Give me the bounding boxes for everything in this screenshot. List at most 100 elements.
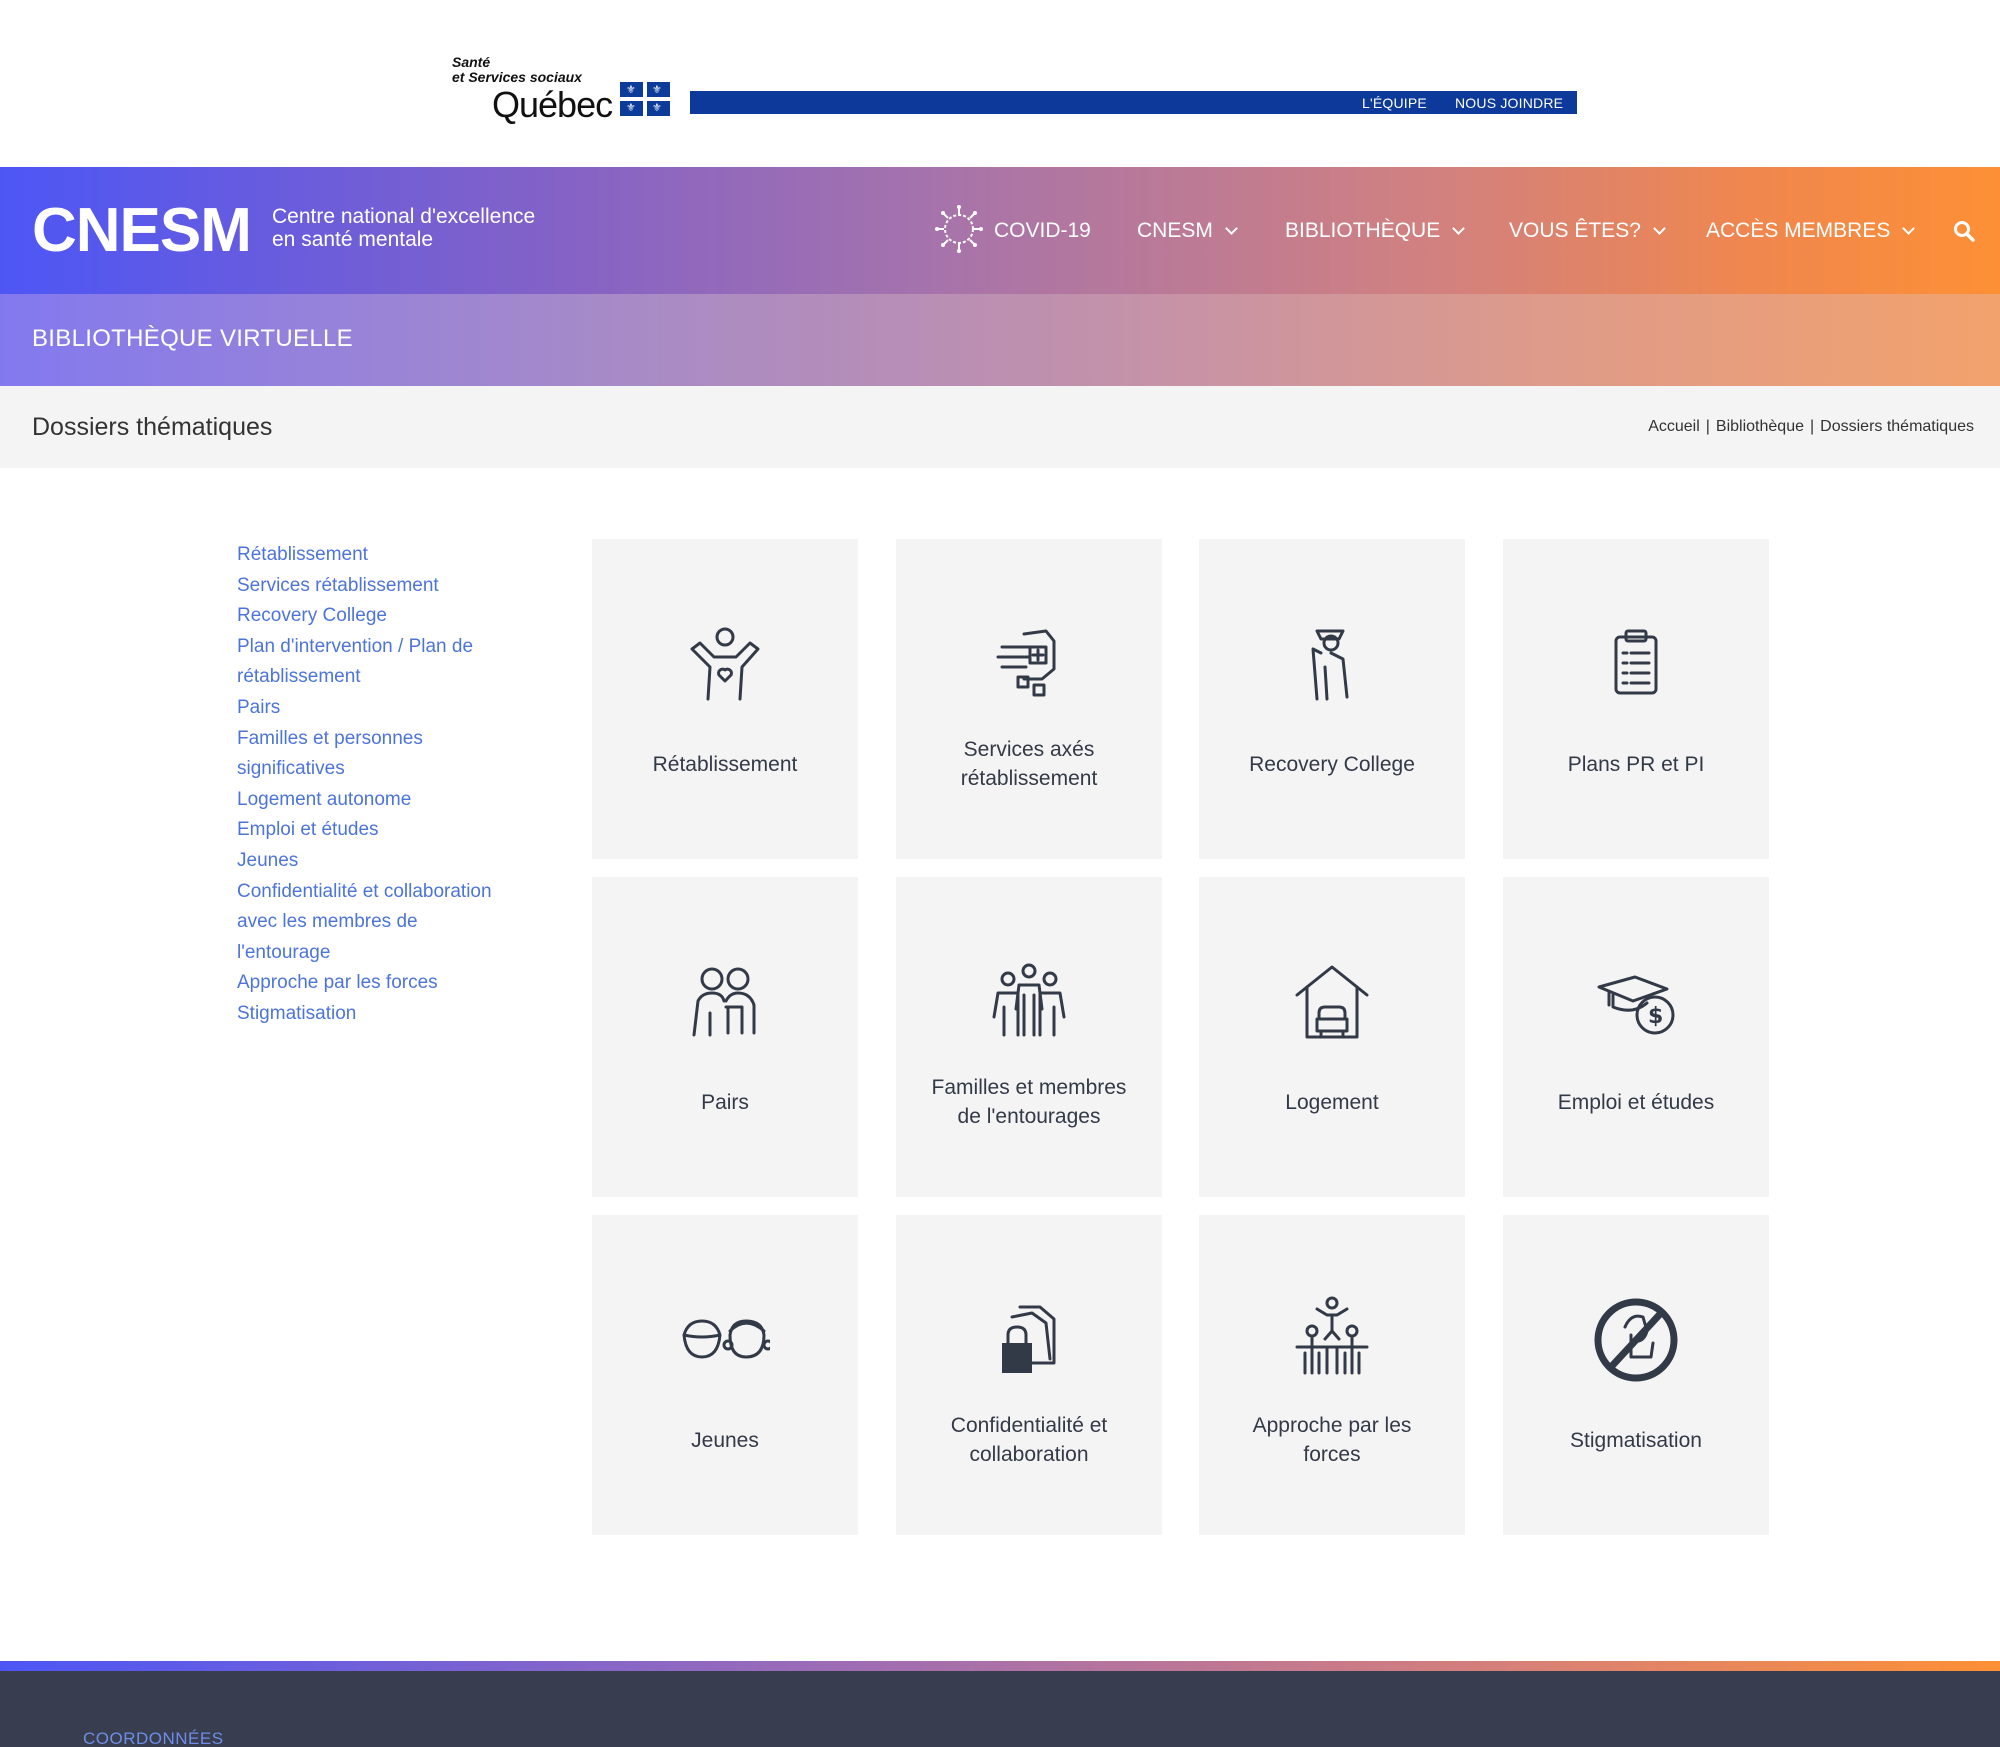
sidebar-link[interactable]: Pairs bbox=[237, 693, 537, 724]
topic-card-label-line: collaboration bbox=[969, 1443, 1089, 1466]
search-icon[interactable] bbox=[1953, 220, 1975, 242]
sidebar-link[interactable]: Plan d'intervention / Plan de rétablissem… bbox=[237, 632, 537, 693]
topic-card[interactable]: Rétablissement bbox=[592, 539, 858, 859]
sidebar-link-line: Pairs bbox=[237, 696, 281, 718]
sidebar-link-line: Stigmatisation bbox=[237, 1002, 357, 1024]
sidebar-link-line: Familles et personnes bbox=[237, 727, 423, 749]
government-banner: Santé et Services sociaux Québec ⚜ ⚜ ⚜ ⚜… bbox=[0, 0, 2000, 167]
logo-line-2: et Services sociaux bbox=[452, 69, 582, 85]
nav-covid-19[interactable]: COVID-19 bbox=[994, 219, 1091, 243]
topic-card-label-line: Jeunes bbox=[691, 1428, 759, 1452]
sidebar-link[interactable]: Approche par les forces bbox=[237, 968, 537, 999]
grad-cap-money-icon: $ bbox=[1597, 975, 1675, 1035]
sidebar-link[interactable]: Jeunes bbox=[237, 846, 537, 877]
breadcrumb-bibliotheque[interactable]: Bibliothèque bbox=[1716, 418, 1804, 435]
family-icon bbox=[992, 963, 1066, 1037]
footer-title: COORDONNÉES bbox=[83, 1729, 224, 1747]
topic-card-label: Confidentialité et collaboration bbox=[906, 1405, 1152, 1475]
topic-card-label-line: de l'entourages bbox=[957, 1105, 1101, 1128]
site-header: CNESM Centre national d'excellence en sa… bbox=[0, 167, 2000, 294]
sidebar-link-line: rétablissement bbox=[237, 666, 361, 688]
topic-card[interactable]: $ Emploi et études bbox=[1503, 877, 1769, 1197]
sidebar-link-line: Emploi et études bbox=[237, 819, 379, 841]
sidebar-link-line: l'entourage bbox=[237, 941, 331, 963]
sidebar-link[interactable]: Confidentialité et collaboration avec les… bbox=[237, 877, 537, 969]
no-stigma-icon bbox=[1594, 1298, 1678, 1382]
topic-card-label: Emploi et études bbox=[1513, 1067, 1759, 1137]
sidebar-link[interactable]: Rétablissement bbox=[237, 540, 537, 571]
sidebar-link-line: Jeunes bbox=[237, 849, 299, 871]
nav-vous-etes[interactable]: VOUS ÊTES? bbox=[1509, 219, 1666, 243]
peers-icon bbox=[692, 967, 756, 1037]
chevron-down-icon bbox=[1452, 222, 1466, 235]
link-equipe[interactable]: L'ÉQUIPE bbox=[1362, 95, 1427, 111]
page-title-bar: Dossiers thématiques Accueil | Bibliothèqu… bbox=[0, 386, 2000, 468]
nav-acces-membres[interactable]: ACCÈS MEMBRES bbox=[1706, 219, 1916, 243]
topic-card-label: Jeunes bbox=[602, 1405, 848, 1475]
topic-card[interactable]: Familles et membres de l'entourages bbox=[896, 877, 1162, 1197]
footer-gradient-line bbox=[0, 1661, 2000, 1671]
sidebar-link[interactable]: Services rétablissement bbox=[237, 571, 537, 602]
topic-card[interactable]: Confidentialité et collaboration bbox=[896, 1215, 1162, 1535]
topic-card-label: Approche par les forces bbox=[1209, 1405, 1455, 1475]
virus-icon bbox=[935, 205, 983, 253]
brand-subtitle-line-2: en santé mentale bbox=[272, 228, 434, 251]
topic-card[interactable]: Services axés rétablissement bbox=[896, 539, 1162, 859]
nav-cnesm-label: CNESM bbox=[1137, 219, 1213, 242]
clipboard-icon bbox=[1614, 629, 1658, 695]
brand-logo[interactable]: CNESM bbox=[32, 195, 252, 266]
topic-card[interactable]: Stigmatisation bbox=[1503, 1215, 1769, 1535]
topic-card-label-line: Familles et membres bbox=[931, 1076, 1127, 1099]
topic-card-label-line: Confidentialité et bbox=[950, 1414, 1108, 1437]
chevron-down-icon bbox=[1902, 222, 1916, 235]
breadcrumb-accueil[interactable]: Accueil bbox=[1648, 418, 1700, 435]
sidebar-link[interactable]: Logement autonome bbox=[237, 785, 537, 816]
sidebar-link-line: avec les membres de bbox=[237, 911, 418, 933]
topic-card-label-line: Services axés bbox=[963, 738, 1095, 761]
topic-card-label-line: rétablissement bbox=[960, 767, 1098, 790]
topic-card[interactable]: Pairs bbox=[592, 877, 858, 1197]
breadcrumb: Accueil | Bibliothèque | Dossiers thématique… bbox=[1648, 418, 1974, 436]
topic-card[interactable]: Logement bbox=[1199, 877, 1465, 1197]
topic-card-label-line: Pairs bbox=[701, 1090, 749, 1114]
section-title: BIBLIOTHÈQUE VIRTUELLE bbox=[32, 325, 353, 352]
quebec-flag-icon: ⚜ ⚜ ⚜ ⚜ bbox=[620, 82, 670, 116]
nav-acces-membres-label: ACCÈS MEMBRES bbox=[1706, 219, 1891, 242]
sidebar-link-line: Recovery College bbox=[237, 605, 387, 627]
topic-card[interactable]: Jeunes bbox=[592, 1215, 858, 1535]
topic-card-label-line: Plans PR et PI bbox=[1567, 752, 1705, 776]
topic-card-label-line: Logement bbox=[1285, 1090, 1379, 1114]
sidebar-link[interactable]: Emploi et études bbox=[237, 815, 537, 846]
topic-card-label-line: Recovery College bbox=[1249, 752, 1415, 776]
sidebar-link[interactable]: Stigmatisation bbox=[237, 999, 537, 1030]
site-footer: COORDONNÉES bbox=[0, 1671, 2000, 1747]
topic-card-label: Pairs bbox=[602, 1067, 848, 1137]
chevron-down-icon bbox=[1224, 222, 1238, 235]
topic-card-label: Services axés rétablissement bbox=[906, 729, 1152, 799]
breadcrumb-separator: | bbox=[1810, 418, 1815, 435]
topic-card-label: Recovery College bbox=[1209, 729, 1455, 799]
house-icon bbox=[1295, 965, 1369, 1039]
topic-card-label-line: Rétablissement bbox=[652, 752, 798, 776]
nav-cnesm[interactable]: CNESM bbox=[1137, 219, 1238, 243]
chevron-down-icon bbox=[1653, 222, 1666, 235]
sidebar-link-line: significatives bbox=[237, 758, 345, 780]
logo-line-3: Québec bbox=[492, 84, 613, 125]
brand-subtitle-line-1: Centre national d'excellence bbox=[272, 205, 536, 228]
sidebar-link-line: Logement autonome bbox=[237, 788, 412, 810]
nav-vous-etes-label: VOUS ÊTES? bbox=[1509, 219, 1641, 242]
topic-card[interactable]: Approche par les forces bbox=[1199, 1215, 1465, 1535]
graduate-icon bbox=[1311, 629, 1349, 701]
people-pyramid-icon bbox=[1295, 1296, 1369, 1375]
sidebar-link[interactable]: Familles et personnes significatives bbox=[237, 724, 537, 785]
government-strip: L'ÉQUIPE NOUS JOINDRE bbox=[690, 91, 1577, 114]
topic-card[interactable]: Plans PR et PI bbox=[1503, 539, 1769, 859]
logo-line-1: Santé bbox=[452, 54, 491, 70]
link-nous-joindre[interactable]: NOUS JOINDRE bbox=[1455, 95, 1563, 111]
person-heart-icon bbox=[690, 627, 760, 701]
nav-bibliotheque[interactable]: BIBLIOTHÈQUE bbox=[1285, 219, 1466, 243]
section-band: BIBLIOTHÈQUE VIRTUELLE bbox=[0, 294, 2000, 386]
topic-card-label-line: Approche par les bbox=[1252, 1414, 1412, 1437]
sidebar-link[interactable]: Recovery College bbox=[237, 601, 537, 632]
topic-card[interactable]: Recovery College bbox=[1199, 539, 1465, 859]
